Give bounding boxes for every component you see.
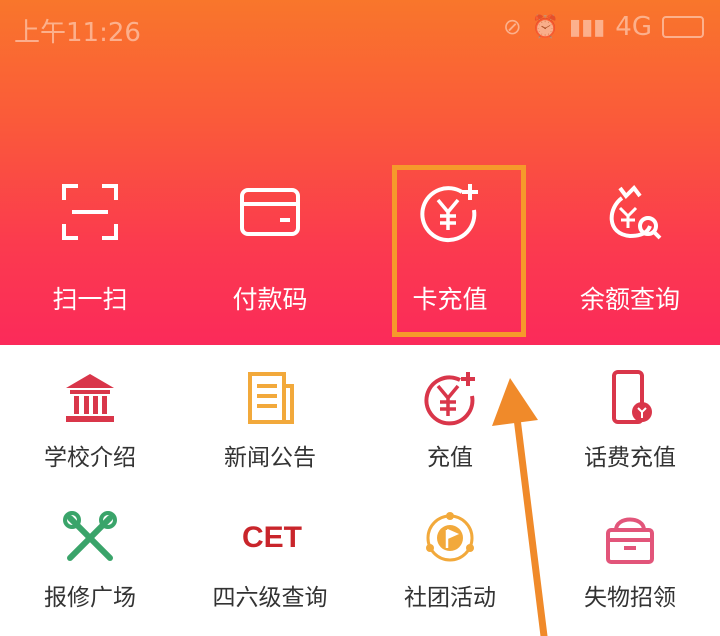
status-bar: 上午11:26 ⊘ ⏰ ▮▮▮ 4G	[0, 0, 720, 56]
phone-recharge-icon	[612, 370, 652, 424]
club-activity-icon	[426, 512, 474, 562]
do-not-disturb-icon: ⊘	[503, 14, 522, 40]
repair-tools-icon	[63, 511, 117, 561]
money-bag-search-icon	[609, 184, 662, 240]
highlight-box	[392, 165, 526, 337]
news-icon	[248, 372, 294, 424]
card-icon	[240, 188, 300, 236]
school-building-icon	[66, 374, 114, 422]
network-label: 4G	[615, 12, 652, 42]
news-label: 新闻公告	[224, 445, 316, 471]
scan-button[interactable]: 扫一扫	[0, 180, 180, 330]
school-intro-button[interactable]: 学校介绍	[0, 370, 180, 480]
repair-button[interactable]: 报修广场	[0, 510, 180, 620]
cet-query-button[interactable]: CET 四六级查询	[180, 510, 360, 620]
repair-label: 报修广场	[44, 585, 136, 611]
payment-code-label: 付款码	[232, 285, 308, 314]
cet-query-label: 四六级查询	[212, 585, 328, 611]
news-button[interactable]: 新闻公告	[180, 370, 360, 480]
battery-icon	[662, 16, 704, 38]
cet-badge: CET	[242, 521, 302, 554]
annotation-arrow-icon	[492, 378, 548, 636]
alarm-icon: ⏰	[531, 14, 559, 40]
payment-code-button[interactable]: 付款码	[180, 180, 360, 330]
signal-icon: ▮▮▮	[568, 14, 606, 40]
balance-inquiry-label: 余额查询	[579, 285, 680, 314]
yuan-plus-icon	[424, 372, 475, 426]
scan-label: 扫一扫	[52, 285, 128, 314]
school-intro-label: 学校介绍	[44, 445, 136, 471]
lost-found-icon	[606, 517, 654, 564]
balance-inquiry-button[interactable]: 余额查询	[540, 180, 720, 330]
scan-icon	[62, 184, 118, 240]
status-time: 上午11:26	[14, 18, 141, 48]
status-icons: ⊘ ⏰ ▮▮▮ 4G	[503, 12, 704, 42]
cet-icon: CET	[242, 510, 302, 566]
